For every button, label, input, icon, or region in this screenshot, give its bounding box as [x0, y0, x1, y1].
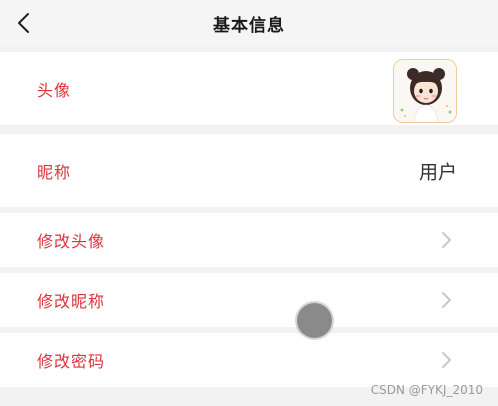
edit-nickname-label: 修改昵称	[37, 292, 106, 311]
navigation-bar: 基本信息	[0, 0, 498, 47]
edit-avatar-label: 修改头像	[37, 232, 106, 251]
edit-avatar-row[interactable]: 修改头像	[0, 213, 498, 267]
chevron-left-icon	[18, 13, 29, 33]
touch-indicator	[297, 303, 332, 338]
nickname-value: 用户	[418, 161, 457, 183]
nickname-row[interactable]: 昵称 用户	[0, 134, 498, 207]
avatar[interactable]	[393, 59, 457, 123]
chevron-right-icon	[442, 352, 451, 368]
avatar-image	[394, 60, 456, 122]
page-title: 基本信息	[213, 16, 285, 36]
avatar-row-label: 头像	[37, 80, 72, 100]
basic-info-page: 基本信息 头像 昵称 用户 修改头像 修改昵称 修改密码 CSDN @FYKJ_…	[0, 0, 498, 406]
edit-password-row[interactable]: 修改密码	[0, 333, 498, 387]
nickname-row-label: 昵称	[37, 162, 72, 182]
edit-nickname-row[interactable]: 修改昵称	[0, 273, 498, 327]
chevron-right-icon	[442, 232, 451, 248]
avatar-row[interactable]: 头像	[0, 52, 498, 125]
chevron-right-icon	[442, 292, 451, 308]
watermark: CSDN @FYKJ_2010	[370, 383, 483, 397]
back-button[interactable]	[8, 6, 38, 40]
edit-password-label: 修改密码	[37, 352, 106, 371]
